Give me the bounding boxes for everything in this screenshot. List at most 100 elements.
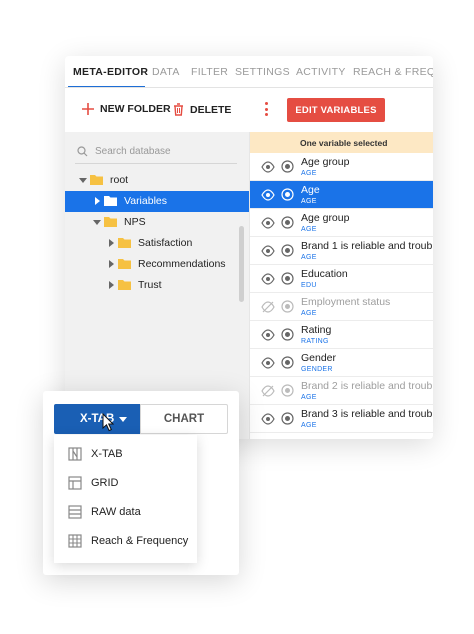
- reach-frequency-icon: [68, 534, 82, 548]
- variable-row[interactable]: Brand 2 is reliable and trouble- AGE: [250, 377, 433, 405]
- folder-icon: [90, 175, 103, 185]
- radio-icon[interactable]: [281, 160, 294, 173]
- tree-item-variables[interactable]: Variables: [65, 191, 249, 212]
- tree-item-label: Recommendations: [138, 258, 226, 270]
- tree-item-label: NPS: [124, 216, 146, 228]
- folder-icon: [104, 196, 117, 206]
- tree-scrollbar[interactable]: [239, 226, 244, 302]
- tree-item-label: Variables: [124, 195, 167, 207]
- new-folder-label: NEW FOLDER: [100, 103, 171, 115]
- folder-icon: [118, 238, 131, 248]
- variables-pane: One variable selected Age group AGE Age AGE…: [249, 132, 433, 439]
- tab-filter[interactable]: FILTER: [191, 66, 228, 78]
- delete-label: DELETE: [190, 103, 232, 116]
- variable-name: Education: [301, 268, 348, 280]
- variable-type: AGE: [301, 198, 317, 205]
- eye-off-icon[interactable]: [261, 385, 275, 397]
- tab-activity[interactable]: ACTIVITY: [296, 66, 346, 78]
- new-folder-button[interactable]: NEW FOLDER: [82, 103, 171, 115]
- caret-down-icon: [119, 417, 127, 422]
- variable-type: AGE: [301, 422, 317, 429]
- more-options-icon[interactable]: [264, 102, 270, 118]
- variable-row[interactable]: Age group AGE: [250, 209, 433, 237]
- radio-icon[interactable]: [281, 356, 294, 369]
- delete-button[interactable]: DELETE: [173, 103, 231, 116]
- edit-variables-button[interactable]: EDIT VARIABLES: [287, 98, 385, 122]
- radio-icon[interactable]: [281, 300, 294, 313]
- variable-name: Gender: [301, 352, 337, 364]
- eye-icon[interactable]: [261, 161, 275, 173]
- chevron-right-icon: [109, 281, 114, 289]
- tree-item-trust[interactable]: Trust: [65, 275, 249, 296]
- eye-icon[interactable]: [261, 329, 275, 341]
- menu-item-label: RAW data: [91, 506, 141, 518]
- variable-row[interactable]: Brand 1 is reliable and trouble- AGE: [250, 237, 433, 265]
- variable-row[interactable]: Brand 3 is reliable and trouble- AGE: [250, 405, 433, 433]
- tree-item-root[interactable]: root: [65, 170, 249, 191]
- variable-name: Age group: [301, 156, 350, 168]
- radio-icon[interactable]: [281, 216, 294, 229]
- variable-type: AGE: [301, 170, 317, 177]
- chart-button[interactable]: CHART: [140, 404, 228, 434]
- eye-icon[interactable]: [261, 217, 275, 229]
- search-icon: [77, 146, 88, 157]
- selection-banner: One variable selected: [250, 132, 433, 153]
- tab-meta-editor[interactable]: META-EDITOR: [73, 66, 148, 78]
- menu-item-grid[interactable]: GRID: [54, 469, 197, 498]
- tree-item-nps[interactable]: NPS: [65, 212, 249, 233]
- variable-type: GENDER: [301, 366, 333, 373]
- menu-item-reach-frequency[interactable]: Reach & Frequency: [54, 527, 197, 556]
- variable-row[interactable]: Age group AGE: [250, 153, 433, 181]
- xtab-icon: [68, 447, 82, 461]
- search-input[interactable]: Search database: [75, 140, 237, 164]
- variable-row[interactable]: Age AGE: [250, 181, 433, 209]
- tab-reach-frequency[interactable]: REACH & FREQUE: [353, 66, 433, 78]
- eye-off-icon[interactable]: [261, 301, 275, 313]
- active-tab-indicator: [68, 86, 145, 87]
- radio-icon[interactable]: [281, 384, 294, 397]
- menu-item-label: X-TAB: [91, 448, 123, 460]
- variable-type: AGE: [301, 254, 317, 261]
- meta-editor-window: META-EDITOR DATA FILTER SETTINGS ACTIVIT…: [65, 56, 433, 439]
- variable-name: Age: [301, 184, 320, 196]
- tree-item-recommendations[interactable]: Recommendations: [65, 254, 249, 275]
- tree-item-satisfaction[interactable]: Satisfaction: [65, 233, 249, 254]
- variable-type: EDU: [301, 282, 317, 289]
- variable-type: AGE: [301, 226, 317, 233]
- menu-item-raw-data[interactable]: RAW data: [54, 498, 197, 527]
- xtab-dropdown-button[interactable]: X-TAB: [54, 404, 140, 434]
- variable-row[interactable]: Employment status AGE: [250, 293, 433, 321]
- variable-row[interactable]: Rating RATING: [250, 321, 433, 349]
- variable-type: AGE: [301, 310, 317, 317]
- tree-item-label: root: [110, 174, 129, 186]
- mouse-pointer-icon: [102, 413, 115, 432]
- view-switcher-panel: X-TAB CHART X-TAB GRID RAW data Reach & …: [43, 391, 239, 575]
- trash-icon: [174, 103, 183, 116]
- menu-item-label: Reach & Frequency: [91, 535, 189, 547]
- menu-item-xtab[interactable]: X-TAB: [54, 440, 197, 469]
- chevron-down-icon: [93, 220, 101, 225]
- radio-icon[interactable]: [281, 412, 294, 425]
- variables-toolbar: EDIT VARIABLES: [249, 89, 433, 132]
- variable-row[interactable]: Education EDU: [250, 265, 433, 293]
- chevron-right-icon: [109, 239, 114, 247]
- tab-settings[interactable]: SETTINGS: [235, 66, 290, 78]
- radio-icon[interactable]: [281, 188, 294, 201]
- variable-row[interactable]: Gender GENDER: [250, 349, 433, 377]
- eye-icon[interactable]: [261, 273, 275, 285]
- radio-icon[interactable]: [281, 328, 294, 341]
- folder-icon: [118, 280, 131, 290]
- eye-icon[interactable]: [261, 245, 275, 257]
- tree-item-label: Satisfaction: [138, 237, 193, 249]
- eye-icon[interactable]: [261, 413, 275, 425]
- plus-icon: [82, 103, 94, 115]
- grid-icon: [68, 476, 82, 490]
- folder-icon: [104, 217, 117, 227]
- variable-name: Age group: [301, 212, 350, 224]
- radio-icon[interactable]: [281, 244, 294, 257]
- radio-icon[interactable]: [281, 272, 294, 285]
- tab-data[interactable]: DATA: [152, 66, 180, 78]
- eye-icon[interactable]: [261, 357, 275, 369]
- search-placeholder: Search database: [95, 146, 171, 157]
- eye-icon[interactable]: [261, 189, 275, 201]
